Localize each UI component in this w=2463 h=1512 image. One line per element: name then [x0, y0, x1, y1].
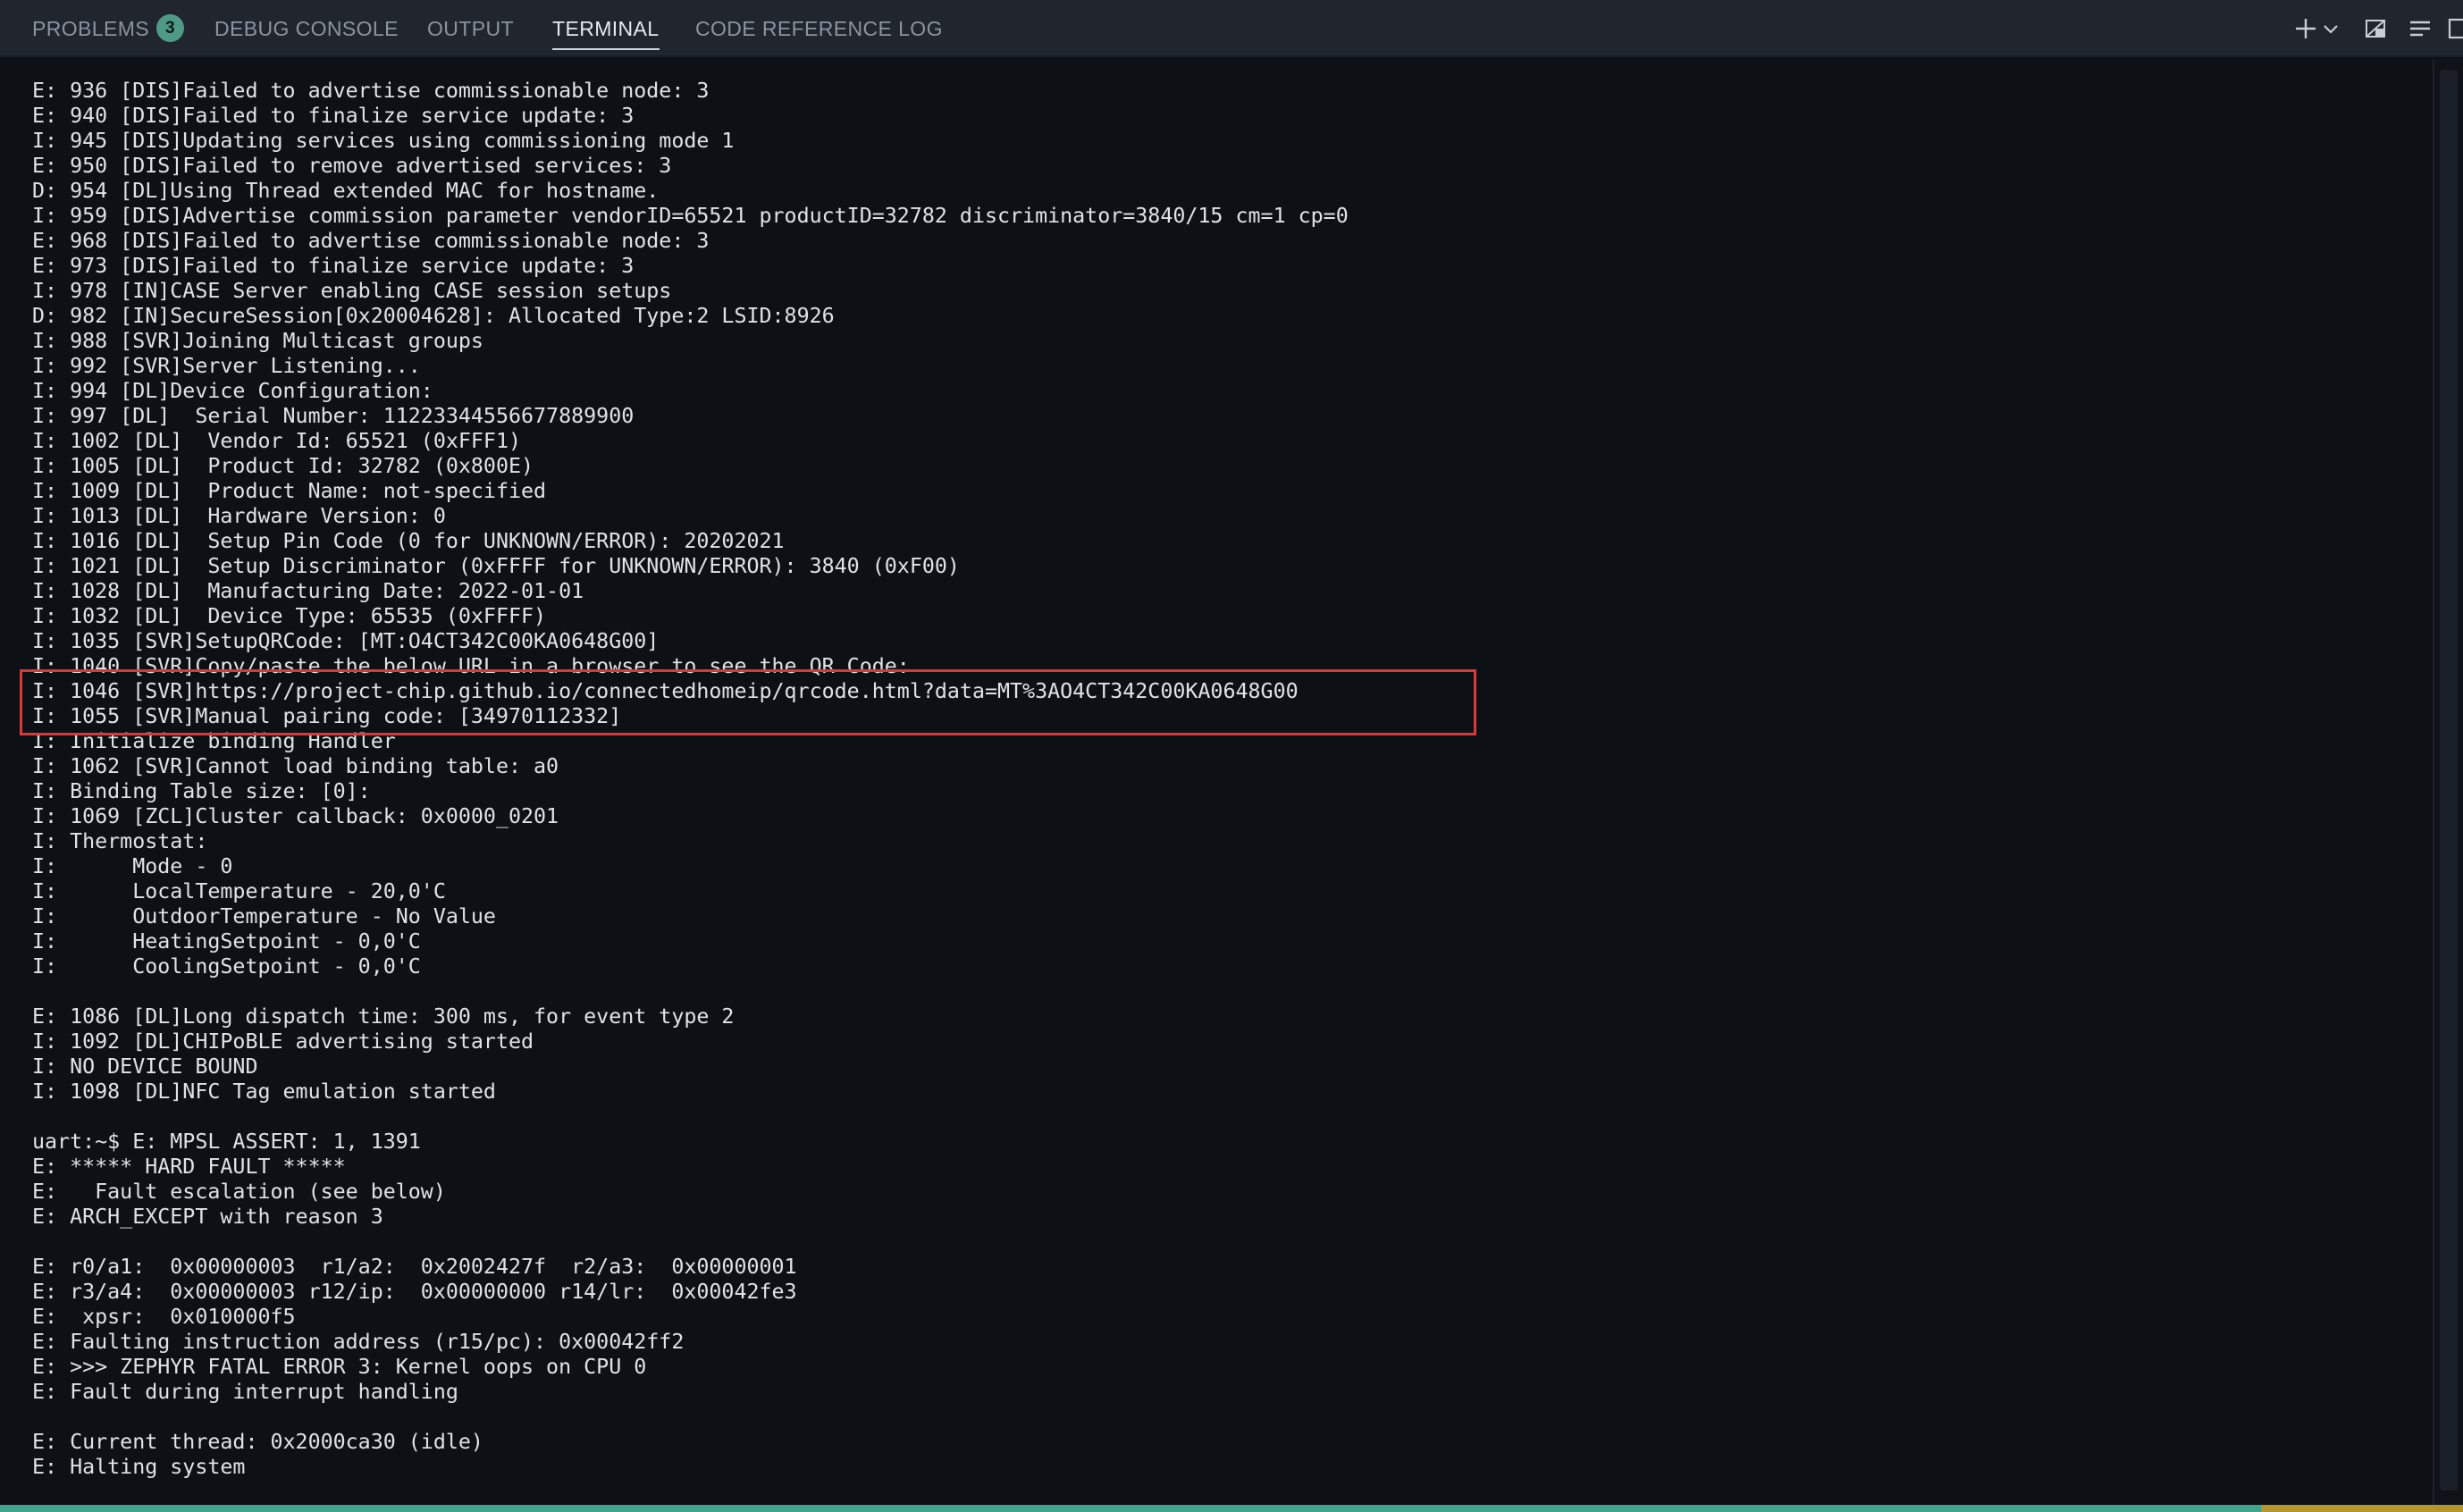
terminal-line: I: 1016 [DL] Setup Pin Code (0 for UNKNO…: [32, 529, 785, 553]
terminal-line: I: 1092 [DL]CHIPoBLE advertising started: [32, 1029, 534, 1054]
tab-problems[interactable]: PROBLEMS 3: [32, 0, 185, 57]
terminal-line: E: 1086 [DL]Long dispatch time: 300 ms, …: [32, 1004, 735, 1029]
terminal-output[interactable]: E: 936 [DIS]Failed to advertise commissi…: [0, 59, 2433, 1505]
terminal-line: I: Initialize binding Handler: [32, 729, 396, 753]
terminal-line: I: OutdoorTemperature - No Value: [32, 904, 496, 928]
scrollbar-thumb[interactable]: [2440, 70, 2458, 1491]
terminal-line: E: Halting system: [32, 1455, 246, 1479]
terminal-line: I: Mode - 0: [32, 854, 233, 878]
terminal-line: I: 994 [DL]Device Configuration:: [32, 379, 433, 403]
terminal-line: I: 1046 [SVR]https://project-chip.github…: [32, 679, 1299, 703]
terminal-line: E: xpsr: 0x010000f5: [32, 1305, 296, 1329]
terminal-line: I: 997 [DL] Serial Number: 1122334455667…: [32, 404, 635, 428]
terminal-line: E: Faulting instruction address (r15/pc)…: [32, 1330, 685, 1354]
terminal-line: I: 1035 [SVR]SetupQRCode: [MT:O4CT342C00…: [32, 629, 660, 653]
terminal-line: I: 1005 [DL] Product Id: 32782 (0x800E): [32, 454, 534, 478]
terminal-line: D: 982 [IN]SecureSession[0x20004628]: Al…: [32, 304, 835, 328]
terminal-line: E: Fault during interrupt handling: [32, 1380, 458, 1404]
terminal-line: I: HeatingSetpoint - 0,0'C: [32, 929, 421, 953]
terminal-line: I: CoolingSetpoint - 0,0'C: [32, 954, 421, 979]
terminal-line: I: 1013 [DL] Hardware Version: 0: [32, 504, 446, 528]
terminal-line: E: r0/a1: 0x00000003 r1/a2: 0x2002427f r…: [32, 1255, 797, 1279]
active-tab-indicator: [552, 48, 660, 50]
tab-output[interactable]: OUTPUT: [427, 0, 514, 57]
terminal-line: E: >>> ZEPHYR FATAL ERROR 3: Kernel oops…: [32, 1355, 647, 1379]
terminal-line: I: LocalTemperature - 20,0'C: [32, 879, 446, 903]
terminal-line: E: 968 [DIS]Failed to advertise commissi…: [32, 229, 710, 253]
tab-code-reference-log-label: CODE REFERENCE LOG: [695, 17, 943, 40]
terminal-line: I: 959 [DIS]Advertise commission paramet…: [32, 204, 1349, 228]
terminal-line: I: 1069 [ZCL]Cluster callback: 0x0000_02…: [32, 804, 559, 828]
terminal-line: I: Binding Table size: [0]:: [32, 779, 371, 803]
terminal-line: I: 978 [IN]CASE Server enabling CASE ses…: [32, 279, 672, 303]
terminal-line: E: r3/a4: 0x00000003 r12/ip: 0x00000000 …: [32, 1280, 797, 1304]
terminal-line: E: 936 [DIS]Failed to advertise commissi…: [32, 79, 710, 103]
chevron-down-icon[interactable]: [2320, 13, 2341, 45]
terminal-line: D: 954 [DL]Using Thread extended MAC for…: [32, 179, 660, 203]
terminal-line: E: 950 [DIS]Failed to remove advertised …: [32, 154, 672, 178]
terminal-line: E: Fault escalation (see below): [32, 1180, 446, 1204]
terminal-line: uart:~$ E: MPSL ASSERT: 1, 1391: [32, 1130, 421, 1154]
terminal-line: I: 1040 [SVR]Copy/paste the below URL in…: [32, 654, 910, 678]
terminal-line: E: Current thread: 0x2000ca30 (idle): [32, 1430, 483, 1454]
terminal-line: I: 1009 [DL] Product Name: not-specified: [32, 479, 547, 503]
tab-debug-console[interactable]: DEBUG CONSOLE: [214, 0, 399, 57]
tab-code-reference-log[interactable]: CODE REFERENCE LOG: [695, 0, 943, 57]
terminal-line: I: 992 [SVR]Server Listening...: [32, 354, 421, 378]
terminal-line: I: 1062 [SVR]Cannot load binding table: …: [32, 754, 559, 778]
tab-debug-console-label: DEBUG CONSOLE: [214, 17, 399, 40]
terminal-line: I: 1028 [DL] Manufacturing Date: 2022-01…: [32, 579, 584, 603]
problems-count-badge: 3: [156, 14, 185, 43]
terminal-scrollbar[interactable]: [2433, 59, 2463, 1505]
terminal-line: I: NO DEVICE BOUND: [32, 1054, 258, 1079]
terminal-line: E: ***** HARD FAULT *****: [32, 1155, 346, 1179]
panel-icon[interactable]: [2447, 13, 2463, 45]
tab-terminal-label: TERMINAL: [552, 17, 660, 40]
status-bar: [0, 1505, 2463, 1512]
terminal-line: I: 945 [DIS]Updating services using comm…: [32, 129, 735, 153]
tab-output-label: OUTPUT: [427, 17, 514, 40]
list-icon[interactable]: [2404, 13, 2436, 45]
plus-icon[interactable]: [2290, 13, 2322, 45]
terminal-line: I: 1055 [SVR]Manual pairing code: [34970…: [32, 704, 622, 728]
tab-problems-label: PROBLEMS: [32, 17, 150, 40]
terminal-lines: E: 936 [DIS]Failed to advertise commissi…: [32, 79, 1349, 1480]
terminal-line: E: 940 [DIS]Failed to finalize service u…: [32, 104, 635, 128]
terminal-line: I: 1021 [DL] Setup Discriminator (0xFFFF…: [32, 554, 960, 578]
terminal-line: I: 1032 [DL] Device Type: 65535 (0xFFFF): [32, 604, 547, 628]
panel-tab-bar: PROBLEMS 3 DEBUG CONSOLE OUTPUT TERMINAL …: [0, 0, 2463, 57]
terminal-line: I: 1002 [DL] Vendor Id: 65521 (0xFFF1): [32, 429, 522, 453]
terminal-line: I: 1098 [DL]NFC Tag emulation started: [32, 1079, 496, 1104]
tab-terminal[interactable]: TERMINAL: [552, 0, 660, 57]
terminal-line: E: 973 [DIS]Failed to finalize service u…: [32, 254, 635, 278]
terminal-line: I: 988 [SVR]Joining Multicast groups: [32, 329, 483, 353]
terminal-clear-icon[interactable]: [2359, 13, 2392, 45]
terminal-line: E: ARCH_EXCEPT with reason 3: [32, 1205, 383, 1229]
status-bar-segment: [2261, 1505, 2463, 1512]
terminal-line: I: Thermostat:: [32, 829, 208, 853]
